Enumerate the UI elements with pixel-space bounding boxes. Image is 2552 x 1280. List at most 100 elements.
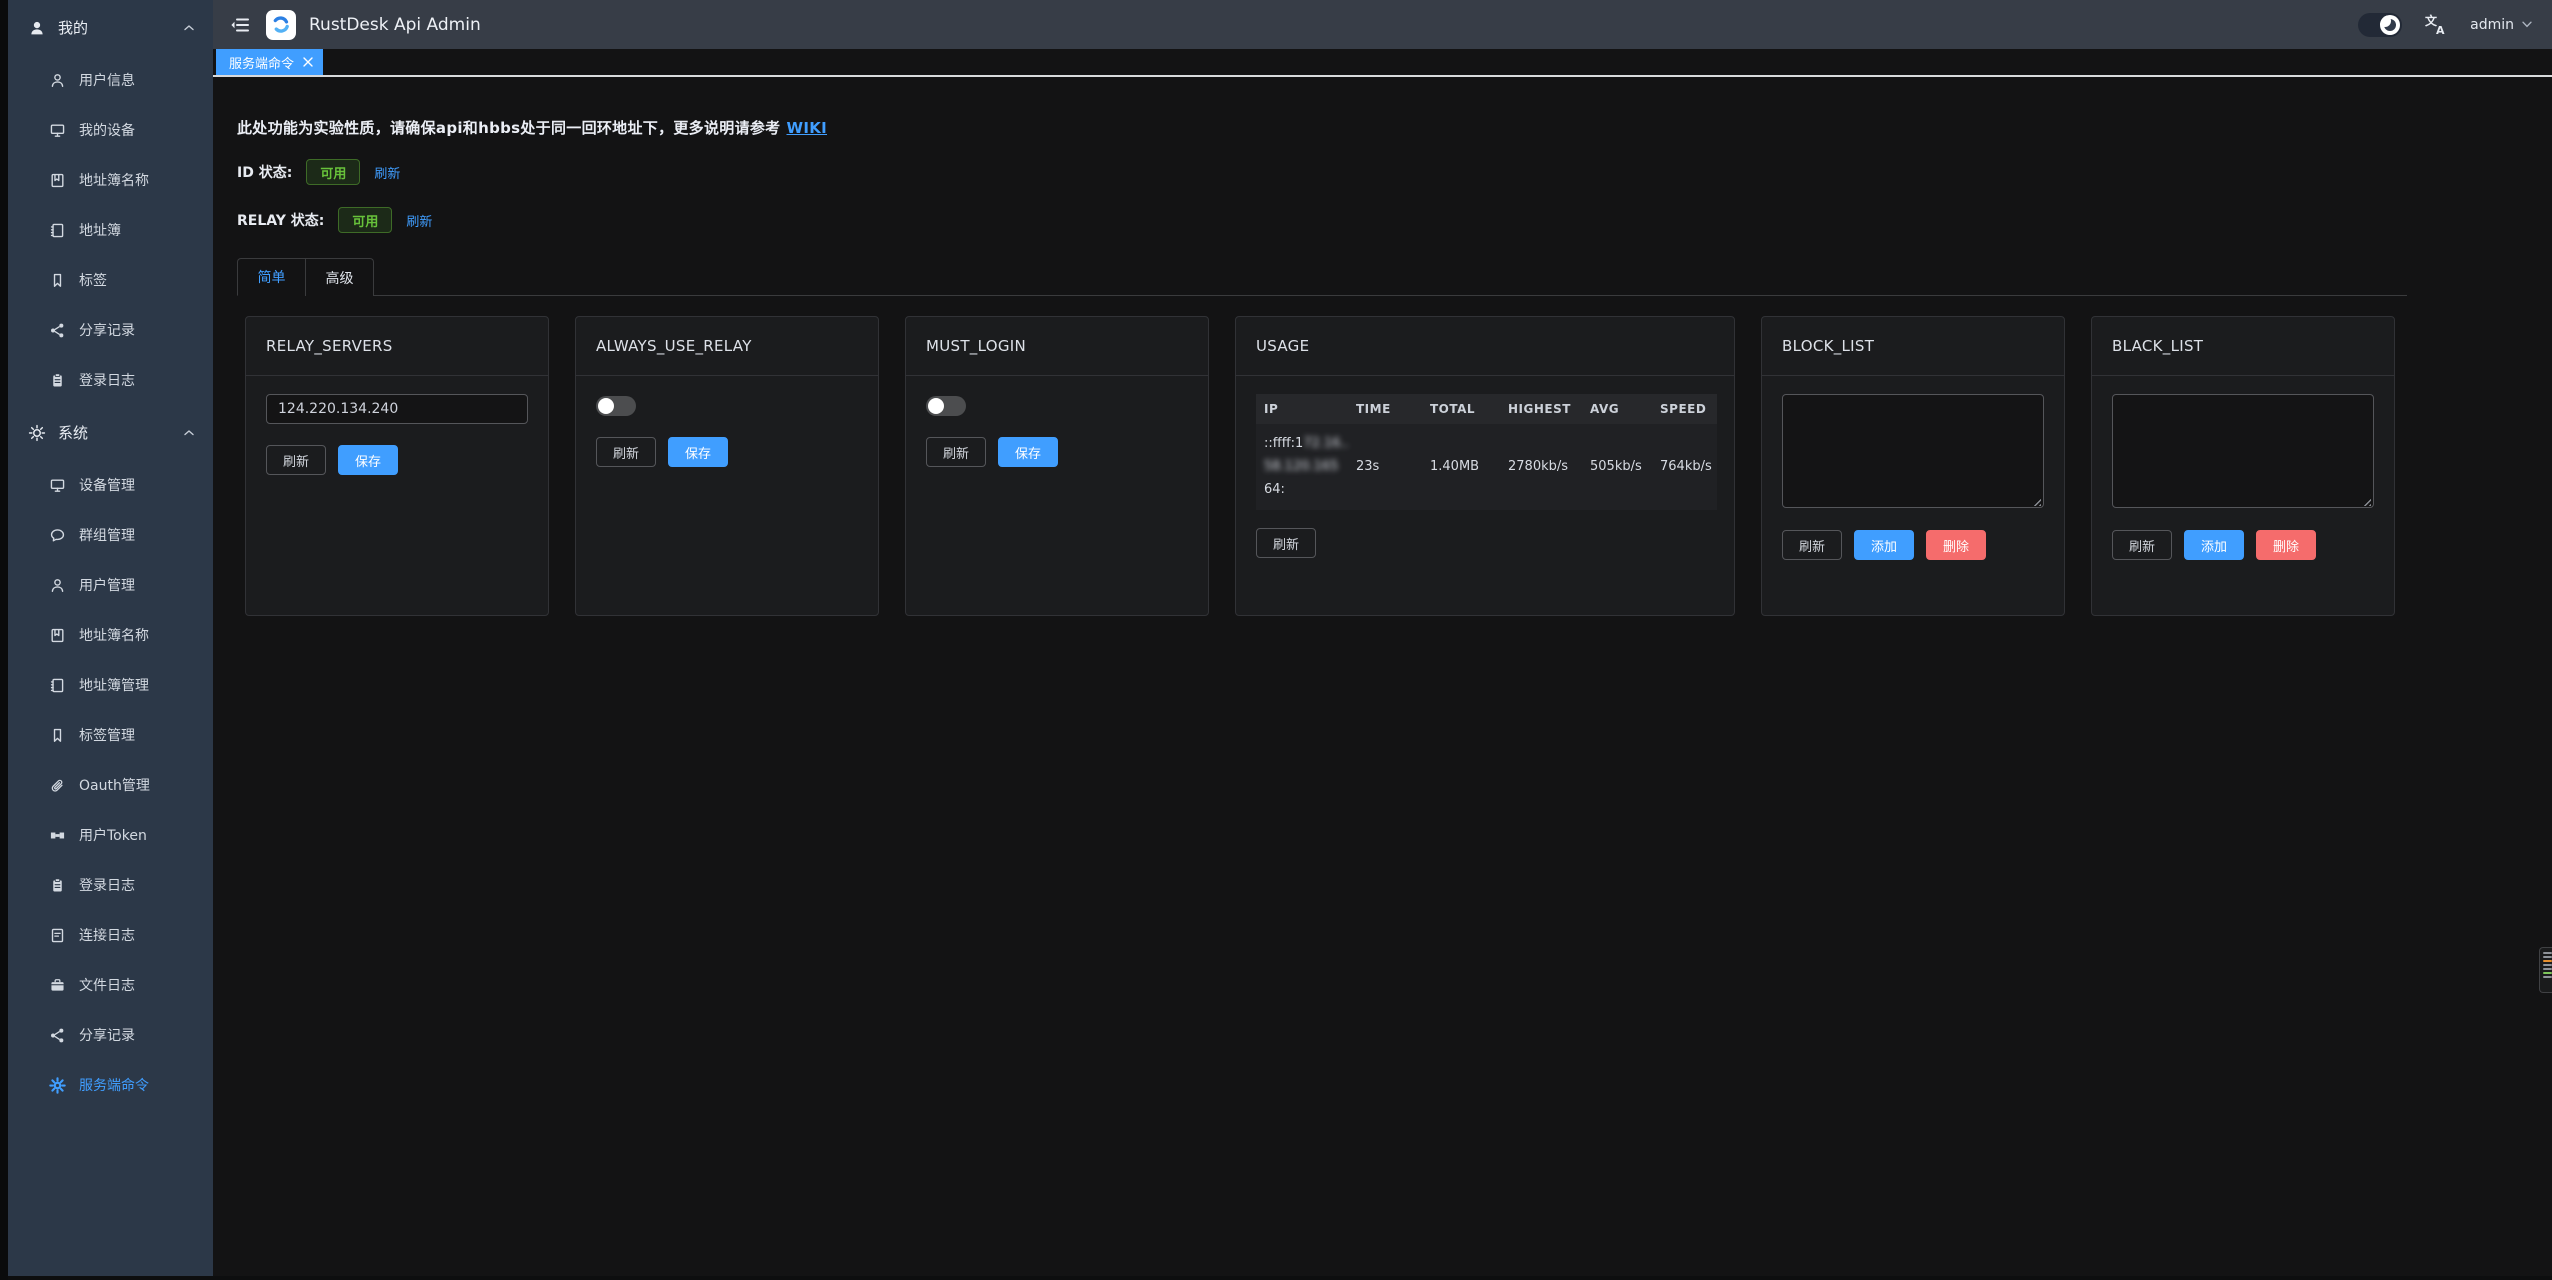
sidebar-section-label: 我的 (58, 17, 171, 38)
block-list-add-button[interactable]: 添加 (1854, 530, 1914, 560)
block-list-delete-button[interactable]: 删除 (1926, 530, 1986, 560)
sidebar-item-share-records[interactable]: 分享记录 (8, 305, 213, 355)
black-list-textarea[interactable] (2112, 394, 2374, 508)
usage-table: IP TIME TOTAL HIGHEST AVG SPEED (1256, 394, 1717, 510)
rustdesk-logo (266, 10, 296, 40)
tab-advanced[interactable]: 高级 (305, 258, 374, 296)
must-login-card: MUST_LOGIN 刷新 保存 (905, 316, 1209, 616)
sidebar-item-device-management[interactable]: 设备管理 (8, 460, 213, 510)
card-title: BLACK_LIST (2092, 317, 2394, 376)
sidebar-item-tags[interactable]: 标签 (8, 255, 213, 305)
always-use-relay-card: ALWAYS_USE_RELAY 刷新 保存 (575, 316, 879, 616)
relay-status-refresh-link[interactable]: 刷新 (406, 211, 432, 230)
chat-bubble-icon (49, 527, 66, 544)
paperclip-icon (49, 777, 66, 794)
sidebar-item-label: 我的设备 (79, 120, 135, 140)
sidebar-item-addressbook-management[interactable]: 地址簿管理 (8, 660, 213, 710)
id-status-row: ID 状态: 可用 刷新 (237, 158, 2528, 186)
edge-widget-bar (2543, 964, 2552, 966)
relay-servers-save-button[interactable]: 保存 (338, 445, 398, 475)
sidebar-item-server-commands[interactable]: 服务端命令 (8, 1060, 213, 1110)
route-tabbar: 服务端命令 (213, 49, 2552, 77)
black-list-delete-button[interactable]: 删除 (2256, 530, 2316, 560)
redacted-ip-part: 58.120.165 (1264, 459, 1338, 474)
sidebar-item-login-logs-admin[interactable]: 登录日志 (8, 860, 213, 910)
sidebar-item-group-management[interactable]: 群组管理 (8, 510, 213, 560)
sidebar-item-label: 用户管理 (79, 575, 135, 595)
usage-table-header-row: IP TIME TOTAL HIGHEST AVG SPEED (1256, 394, 1717, 424)
must-login-switch[interactable] (926, 396, 966, 416)
usage-col-speed: SPEED (1652, 394, 1717, 424)
sidebar-item-tag-management[interactable]: 标签管理 (8, 710, 213, 760)
usage-col-total: TOTAL (1422, 394, 1500, 424)
sidebar-section-system[interactable]: 系统 (8, 405, 213, 460)
sidebar-item-file-logs[interactable]: 文件日志 (8, 960, 213, 1010)
dark-mode-toggle[interactable] (2358, 13, 2402, 37)
sidebar-fold-icon[interactable] (229, 15, 251, 35)
usage-avg-cell: 505kb/s (1582, 424, 1652, 510)
must-login-save-button[interactable]: 保存 (998, 437, 1058, 467)
id-status-badge[interactable]: 可用 (306, 159, 360, 185)
sidebar-item-my-devices[interactable]: 我的设备 (8, 105, 213, 155)
notice-text: 此处功能为实验性质，请确保api和hbbs处于同一回环地址下，更多说明请参考 (237, 119, 781, 137)
usage-refresh-button[interactable]: 刷新 (1256, 528, 1316, 558)
block-list-card: BLOCK_LIST 刷新 添加 删除 (1761, 316, 2065, 616)
user-menu[interactable]: admin (2470, 17, 2532, 33)
sidebar-item-label: 分享记录 (79, 320, 135, 340)
sidebar-item-share-records-admin[interactable]: 分享记录 (8, 1010, 213, 1060)
usage-col-ip: IP (1256, 394, 1348, 424)
close-icon[interactable] (303, 57, 313, 67)
sidebar-item-label: 用户信息 (79, 70, 135, 90)
relay-servers-input[interactable] (266, 394, 528, 424)
edge-widget[interactable] (2539, 947, 2552, 993)
sidebar-item-addressbook[interactable]: 地址簿 (8, 205, 213, 255)
id-status-label: ID 状态: (237, 162, 292, 182)
relay-servers-refresh-button[interactable]: 刷新 (266, 445, 326, 475)
block-list-refresh-button[interactable]: 刷新 (1782, 530, 1842, 560)
bookmark-icon (49, 272, 66, 289)
id-status-refresh-link[interactable]: 刷新 (374, 163, 400, 182)
ip-suffix: 64: (1264, 482, 1285, 497)
black-list-add-button[interactable]: 添加 (2184, 530, 2244, 560)
topbar-right: 文A admin (2358, 13, 2532, 37)
sidebar-item-label: 群组管理 (79, 525, 135, 545)
always-use-relay-switch[interactable] (596, 396, 636, 416)
sidebar-section-my[interactable]: 我的 (8, 0, 213, 55)
settings-cards: RELAY_SERVERS 刷新 保存 ALWAYS_USE_RELAY (237, 296, 2407, 616)
usage-card: USAGE IP TIME TOTAL HIGHEST AVG (1235, 316, 1735, 616)
sidebar-item-user-management[interactable]: 用户管理 (8, 560, 213, 610)
share-icon (49, 322, 66, 339)
tab-simple[interactable]: 简单 (237, 258, 306, 296)
relay-status-badge[interactable]: 可用 (338, 207, 392, 233)
app-title: RustDesk Api Admin (309, 15, 481, 35)
sidebar-item-user-info[interactable]: 用户信息 (8, 55, 213, 105)
notebook-icon (49, 677, 66, 694)
gear-filled-icon (49, 1077, 66, 1094)
edge-widget-bar (2543, 976, 2552, 978)
relay-status-label: RELAY 状态: (237, 210, 324, 230)
must-login-refresh-button[interactable]: 刷新 (926, 437, 986, 467)
always-use-relay-save-button[interactable]: 保存 (668, 437, 728, 467)
monitor-icon (49, 122, 66, 139)
route-tab-server-commands[interactable]: 服务端命令 (216, 49, 323, 75)
sidebar-item-login-logs[interactable]: 登录日志 (8, 355, 213, 405)
sidebar-item-user-token[interactable]: 用户Token (8, 810, 213, 860)
sidebar-item-label: 文件日志 (79, 975, 135, 995)
black-list-refresh-button[interactable]: 刷新 (2112, 530, 2172, 560)
window-edge (0, 0, 8, 1280)
sidebar-item-addressbook-names[interactable]: 地址簿名称 (8, 155, 213, 205)
always-use-relay-refresh-button[interactable]: 刷新 (596, 437, 656, 467)
translate-icon[interactable]: 文A (2424, 13, 2448, 37)
sidebar-item-label: 登录日志 (79, 875, 135, 895)
sidebar-item-oauth-management[interactable]: Oauth管理 (8, 760, 213, 810)
sidebar-item-connection-logs[interactable]: 连接日志 (8, 910, 213, 960)
chevron-down-icon (2522, 21, 2532, 28)
block-list-textarea[interactable] (1782, 394, 2044, 508)
edge-widget-bar (2543, 960, 2552, 962)
notebook-icon (49, 222, 66, 239)
switch-knob (928, 398, 944, 414)
sidebar-item-label: 登录日志 (79, 370, 135, 390)
sidebar-item-addressbook-names-admin[interactable]: 地址簿名称 (8, 610, 213, 660)
usage-col-avg: AVG (1582, 394, 1652, 424)
wiki-link[interactable]: WIKI (787, 119, 828, 137)
